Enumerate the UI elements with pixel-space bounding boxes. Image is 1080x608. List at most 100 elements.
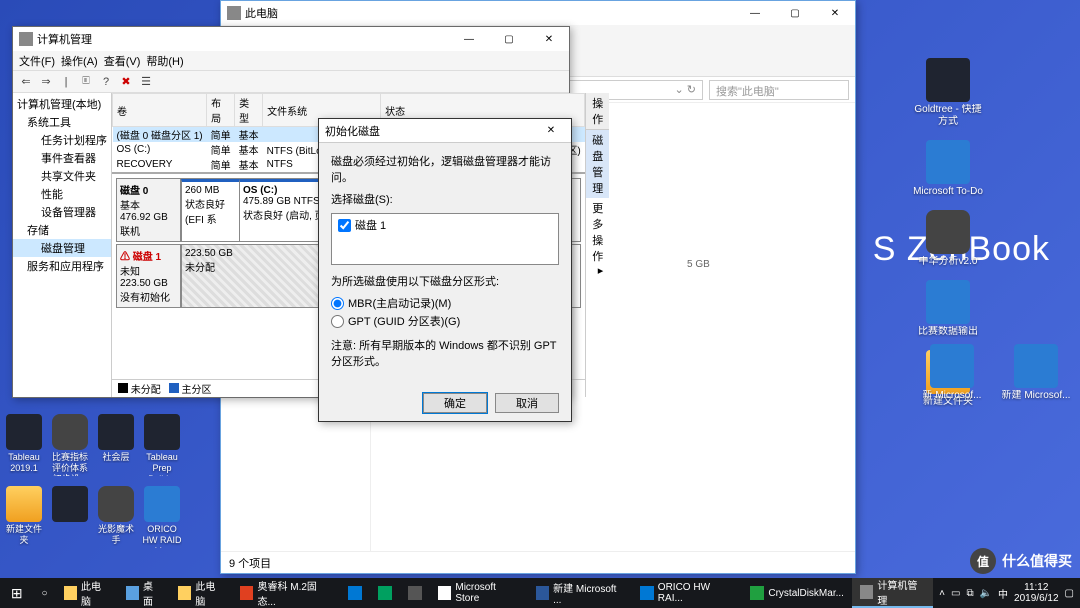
column-header[interactable]: 卷 bbox=[113, 94, 207, 127]
desktop-icon[interactable]: Goldtree - 快捷方式 bbox=[908, 54, 988, 132]
mgmt-titlebar[interactable]: 计算机管理 — ▢ ✕ bbox=[13, 27, 569, 51]
desktop-icon[interactable]: 新 Microsof... bbox=[912, 340, 992, 406]
tray-date[interactable]: 2019/6/12 bbox=[1014, 593, 1059, 604]
tray-ime-icon[interactable]: 中 bbox=[998, 586, 1008, 601]
minimize-button[interactable]: — bbox=[735, 1, 775, 25]
mgmt-toolbar[interactable]: ⇐ ⇒ | 🗉 ? ✖ ☰ bbox=[13, 71, 569, 93]
taskbar-item[interactable]: 新建 Microsoft ... bbox=[528, 578, 633, 608]
legend-item: 主分区 bbox=[169, 381, 212, 396]
cortana-button[interactable]: ○ bbox=[34, 578, 56, 608]
system-tray[interactable]: ˄ ▭ ⧉ 🔈 中 11:12 2019/6/12 ▢ bbox=[933, 582, 1080, 604]
props-icon[interactable]: ☰ bbox=[137, 74, 155, 90]
desktop-icon[interactable] bbox=[48, 482, 92, 552]
close-button[interactable]: ✕ bbox=[815, 1, 855, 25]
desktop-icon[interactable]: 比赛数据输出 bbox=[908, 276, 988, 342]
action-item[interactable]: 更多操作 ▸ bbox=[586, 198, 609, 266]
notification-icon[interactable]: ▢ bbox=[1065, 588, 1074, 599]
desktop-icon[interactable]: Tableau Prep Build... bbox=[140, 410, 184, 480]
desktop-icon[interactable]: 光影魔术手 bbox=[94, 482, 138, 552]
search-input[interactable]: 搜索"此电脑" bbox=[709, 80, 849, 100]
menu-item[interactable]: 文件(F) bbox=[19, 53, 55, 69]
desktop-icon[interactable]: Tableau 2019.1 bbox=[2, 410, 46, 480]
refresh-icon[interactable]: 🗉 bbox=[77, 74, 95, 90]
dialog-message: 磁盘必须经过初始化，逻辑磁盘管理器才能访问。 bbox=[331, 153, 559, 185]
tree-node[interactable]: 磁盘管理 bbox=[13, 239, 111, 257]
cancel-button[interactable]: 取消 bbox=[495, 393, 559, 413]
taskbar-item[interactable]: 奥睿科 M.2固态... bbox=[232, 578, 340, 608]
tree-node[interactable]: 共享文件夹 bbox=[13, 167, 111, 185]
fwd-icon[interactable]: ⇒ bbox=[37, 74, 55, 90]
stop-icon[interactable]: ✖ bbox=[117, 74, 135, 90]
minimize-button[interactable]: — bbox=[449, 27, 489, 51]
initialize-disk-dialog: 初始化磁盘 ✕ 磁盘必须经过初始化，逻辑磁盘管理器才能访问。 选择磁盘(S): … bbox=[318, 118, 572, 422]
desktop-icons-left: Tableau 2019.1比赛指标评价体系初步设...社会层Tableau P… bbox=[2, 410, 202, 552]
tree-node[interactable]: 性能 bbox=[13, 185, 111, 203]
taskbar-item[interactable]: 桌面 bbox=[118, 578, 170, 608]
tray-time[interactable]: 11:12 bbox=[1014, 582, 1059, 593]
disk-select-list[interactable]: 磁盘 1 bbox=[331, 213, 559, 265]
desktop-icon[interactable]: Microsoft To-Do bbox=[908, 136, 988, 202]
desktop-icon[interactable]: 比赛指标评价体系初步设... bbox=[48, 410, 92, 480]
close-button[interactable]: ✕ bbox=[531, 119, 571, 143]
tree-node[interactable]: 服务和应用程序 bbox=[13, 257, 111, 275]
tray-up-icon[interactable]: ˄ bbox=[939, 588, 945, 599]
tree-node[interactable]: 设备管理器 bbox=[13, 203, 111, 221]
tree-node[interactable]: 系统工具 bbox=[13, 113, 111, 131]
tree-node[interactable]: 任务计划程序 bbox=[13, 131, 111, 149]
tree-node[interactable]: 事件查看器 bbox=[13, 149, 111, 167]
help-icon[interactable]: ? bbox=[97, 74, 115, 90]
mgmt-title: 计算机管理 bbox=[37, 31, 92, 47]
desktop-icon[interactable]: 新建 Microsof... bbox=[996, 340, 1076, 406]
menu-item[interactable]: 帮助(H) bbox=[146, 53, 183, 69]
taskbar-item[interactable] bbox=[370, 578, 400, 608]
ok-button[interactable]: 确定 bbox=[423, 393, 487, 413]
partition-style-label: 为所选磁盘使用以下磁盘分区形式: bbox=[331, 273, 559, 289]
mgmt-menubar[interactable]: 文件(F) 操作(A) 查看(V) 帮助(H) bbox=[13, 51, 569, 71]
taskbar-item[interactable] bbox=[400, 578, 430, 608]
back-icon[interactable]: ⇐ bbox=[17, 74, 35, 90]
dialog-titlebar[interactable]: 初始化磁盘 ✕ bbox=[319, 119, 571, 143]
tree-node[interactable]: 计算机管理(本地) bbox=[13, 95, 111, 113]
taskbar-item[interactable]: CrystalDiskMar... bbox=[742, 578, 852, 608]
explorer-statusbar: 9 个项目 bbox=[221, 551, 855, 573]
desktop-icon[interactable]: ORICO HW RAID M... bbox=[140, 482, 184, 552]
watermark: 值 什么值得买 bbox=[970, 548, 1072, 574]
watermark-icon: 值 bbox=[970, 548, 996, 574]
dialog-title: 初始化磁盘 bbox=[325, 123, 380, 139]
action-item[interactable]: 磁盘管理 bbox=[586, 130, 609, 198]
taskbar[interactable]: ⊞ ○ 此电脑桌面此电脑奥睿科 M.2固态...Microsoft Store新… bbox=[0, 578, 1080, 608]
mbr-radio[interactable]: MBR(主启动记录)(M) bbox=[331, 295, 559, 311]
explorer-title: 此电脑 bbox=[245, 5, 278, 21]
taskbar-item[interactable]: Microsoft Store bbox=[430, 578, 528, 608]
close-button[interactable]: ✕ bbox=[529, 27, 569, 51]
taskbar-item[interactable]: ORICO HW RAI... bbox=[632, 578, 742, 608]
mgmt-tree[interactable]: 计算机管理(本地)系统工具任务计划程序事件查看器共享文件夹性能设备管理器存储磁盘… bbox=[13, 93, 112, 397]
disk-checkbox[interactable]: 磁盘 1 bbox=[338, 217, 552, 233]
drive-size-hint: 5 GB bbox=[687, 259, 710, 270]
column-header[interactable]: 类型 bbox=[235, 94, 263, 127]
tray-wifi-icon[interactable]: ⧉ bbox=[966, 588, 973, 599]
desktop-icons-right: Goldtree - 快捷方式Microsoft To-Do中华分析v2.0比赛… bbox=[904, 50, 1080, 416]
tray-battery-icon[interactable]: ▭ bbox=[951, 588, 960, 599]
gpt-radio[interactable]: GPT (GUID 分区表)(G) bbox=[331, 313, 559, 329]
taskbar-item[interactable]: 此电脑 bbox=[56, 578, 118, 608]
start-button[interactable]: ⊞ bbox=[0, 578, 34, 608]
desktop-icon[interactable]: 中华分析v2.0 bbox=[908, 206, 988, 272]
tree-node[interactable]: 存储 bbox=[13, 221, 111, 239]
partition[interactable]: 260 MB状态良好 (EFI 系 bbox=[181, 179, 239, 241]
maximize-button[interactable]: ▢ bbox=[775, 1, 815, 25]
taskbar-item[interactable] bbox=[340, 578, 370, 608]
dialog-note: 注意: 所有早期版本的 Windows 都不识别 GPT 分区形式。 bbox=[331, 337, 559, 369]
desktop-icon[interactable]: 社会层 bbox=[94, 410, 138, 480]
explorer-titlebar[interactable]: 此电脑 — ▢ ✕ bbox=[221, 1, 855, 25]
desktop-icon[interactable]: 新建文件夹 bbox=[2, 482, 46, 552]
taskbar-item[interactable]: 此电脑 bbox=[170, 578, 232, 608]
tray-volume-icon[interactable]: 🔈 bbox=[980, 588, 992, 599]
column-header[interactable]: 布局 bbox=[207, 94, 235, 127]
menu-item[interactable]: 查看(V) bbox=[104, 53, 141, 69]
actions-pane: 操作 磁盘管理 更多操作 ▸ bbox=[585, 93, 609, 397]
menu-item[interactable]: 操作(A) bbox=[61, 53, 98, 69]
taskbar-item[interactable]: 计算机管理 bbox=[852, 578, 933, 608]
select-disk-label: 选择磁盘(S): bbox=[331, 191, 559, 207]
maximize-button[interactable]: ▢ bbox=[489, 27, 529, 51]
